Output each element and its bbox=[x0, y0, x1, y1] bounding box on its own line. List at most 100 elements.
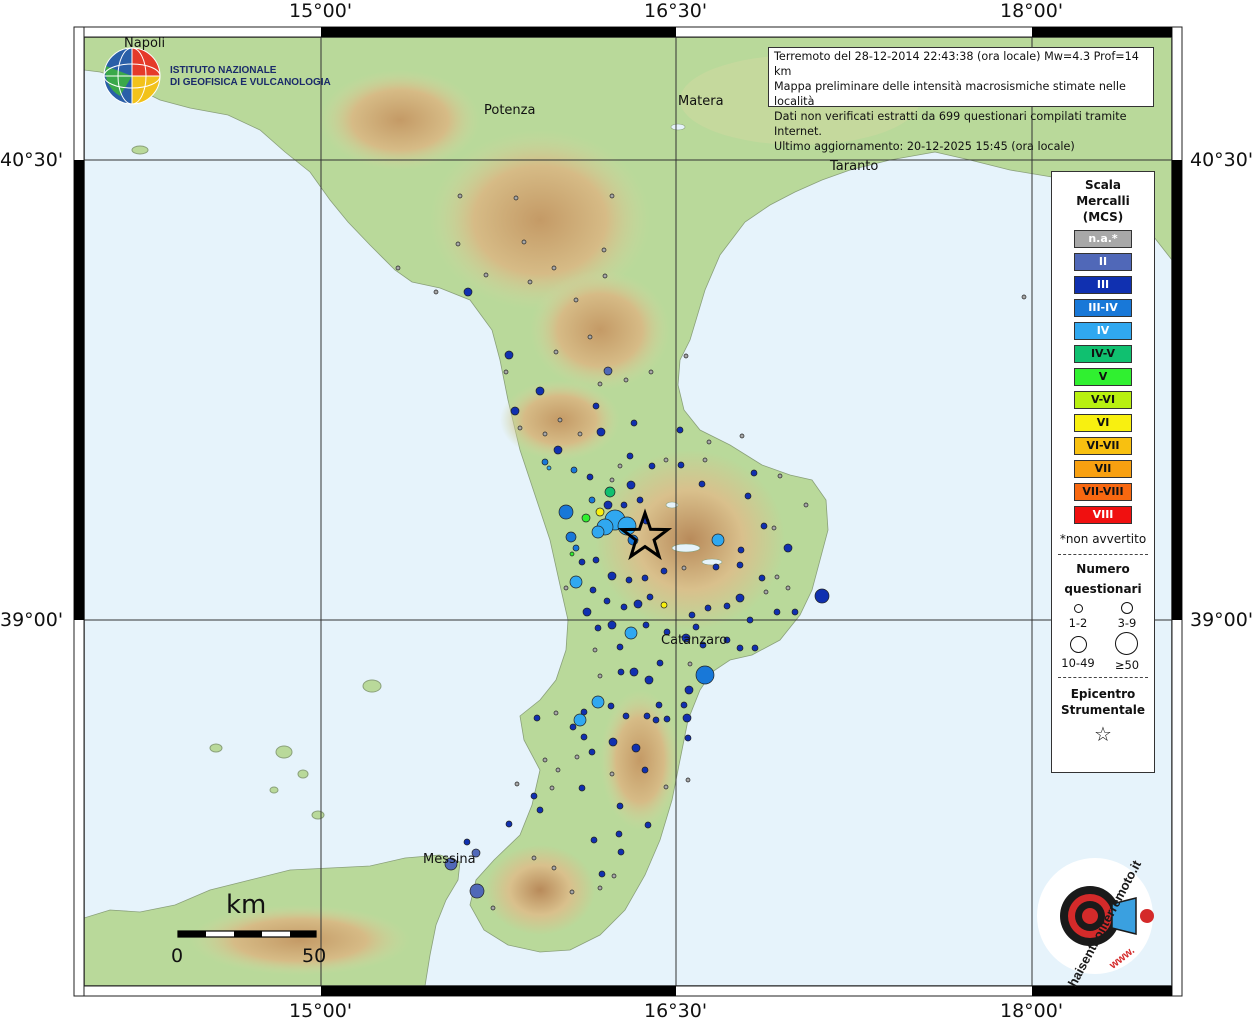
intensity-point bbox=[557, 417, 563, 423]
legend-swatch: VIII bbox=[1074, 506, 1132, 524]
intensity-point bbox=[644, 675, 654, 685]
intensity-point bbox=[814, 588, 830, 604]
intensity-point bbox=[551, 265, 557, 271]
intensity-point bbox=[592, 556, 600, 564]
intensity-point bbox=[569, 889, 575, 895]
intensity-point bbox=[644, 821, 652, 829]
intensity-point bbox=[617, 848, 625, 856]
scale-max: 50 bbox=[302, 945, 327, 967]
intensity-point bbox=[616, 802, 624, 810]
intensity-point bbox=[595, 507, 605, 517]
legend-title: Scala Mercalli (MCS) bbox=[1052, 177, 1154, 225]
intensity-point bbox=[620, 501, 628, 509]
lake-4 bbox=[670, 123, 686, 131]
intensity-point bbox=[702, 457, 708, 463]
event-info-line: Terremoto del 28-12-2014 22:43:38 (ora l… bbox=[774, 50, 1139, 78]
intensity-point bbox=[589, 586, 597, 594]
intensity-point bbox=[549, 785, 555, 791]
intensity-point bbox=[791, 608, 799, 616]
event-info-line: Mappa preliminare delle intensità macros… bbox=[774, 80, 1126, 108]
intensity-point bbox=[587, 334, 593, 340]
intensity-point bbox=[608, 737, 618, 747]
intensity-point bbox=[735, 593, 745, 603]
intensity-point bbox=[609, 477, 615, 483]
relief-serre bbox=[600, 690, 680, 830]
intensity-point bbox=[514, 781, 520, 787]
intensity-point bbox=[555, 767, 561, 773]
intensity-point bbox=[687, 661, 693, 667]
island-4 bbox=[209, 743, 223, 753]
intensity-point bbox=[617, 463, 623, 469]
intensity-point bbox=[683, 353, 689, 359]
event-info-line: Ultimo aggiornamento: 20-12-2025 15:45 (… bbox=[774, 140, 1075, 153]
intensity-point bbox=[630, 419, 638, 427]
intensity-point bbox=[736, 644, 744, 652]
intensity-point bbox=[590, 836, 598, 844]
lake-2 bbox=[701, 558, 723, 566]
intensity-point bbox=[603, 597, 611, 605]
lon-label-top-2: 16°30' bbox=[644, 0, 708, 22]
size-label-10-49: 10-49 bbox=[1061, 656, 1095, 670]
intensity-point bbox=[578, 558, 586, 566]
intensity-point bbox=[736, 561, 744, 569]
size-circle-10-49 bbox=[1070, 636, 1087, 653]
intensity-point bbox=[609, 771, 615, 777]
lon-label-bottom-3: 18°00' bbox=[1000, 1000, 1064, 1022]
intensity-point bbox=[582, 607, 592, 617]
intensity-point bbox=[573, 713, 587, 727]
intensity-point bbox=[625, 576, 633, 584]
scale-unit: km bbox=[226, 890, 267, 920]
intensity-point bbox=[643, 712, 651, 720]
intensity-point bbox=[592, 647, 598, 653]
intensity-point bbox=[517, 425, 523, 431]
intensity-point bbox=[641, 574, 649, 582]
intensity-point bbox=[594, 624, 602, 632]
intensity-point bbox=[626, 452, 634, 460]
intensity-point bbox=[521, 239, 527, 245]
lon-label-top-1: 15°00' bbox=[289, 0, 353, 22]
intensity-point bbox=[629, 667, 639, 677]
intensity-point bbox=[580, 733, 588, 741]
intensity-point bbox=[603, 500, 613, 510]
lat-label-left-1: 40°30' bbox=[0, 149, 64, 171]
lon-label-bottom-1: 15°00' bbox=[289, 1000, 353, 1022]
intensity-point bbox=[746, 616, 754, 624]
legend-swatch: IV bbox=[1074, 322, 1132, 340]
intensity-point bbox=[712, 563, 720, 571]
intensity-point bbox=[750, 469, 758, 477]
intensity-point bbox=[602, 273, 608, 279]
intensity-point bbox=[510, 406, 520, 416]
intensity-point bbox=[569, 551, 575, 557]
city-label-matera: Matera bbox=[678, 94, 724, 109]
legend-panel: Scala Mercalli (MCS) n.a.* II III III-IV IV I… bbox=[1051, 171, 1155, 773]
intensity-point bbox=[607, 620, 617, 630]
size-label-3-9: 3-9 bbox=[1117, 616, 1137, 630]
intensity-point bbox=[680, 701, 688, 709]
legend-star-icon: ☆ bbox=[1094, 722, 1112, 746]
intensity-point bbox=[604, 486, 616, 498]
lat-label-right-1: 40°30' bbox=[1190, 149, 1254, 171]
intensity-point bbox=[577, 431, 583, 437]
intensity-point bbox=[774, 574, 780, 580]
intensity-point bbox=[463, 287, 473, 297]
intensity-point bbox=[581, 513, 591, 523]
city-label-messina: Messina bbox=[423, 852, 476, 867]
intensity-point bbox=[553, 710, 559, 716]
intensity-point bbox=[457, 193, 463, 199]
legend-swatch: VII bbox=[1074, 460, 1132, 478]
lon-label-top-3: 18°00' bbox=[1000, 0, 1064, 22]
intensity-point bbox=[433, 289, 439, 295]
intensity-point bbox=[588, 748, 596, 756]
intensity-point bbox=[503, 369, 509, 375]
intensity-point bbox=[698, 480, 706, 488]
intensity-point bbox=[648, 369, 654, 375]
intensity-point bbox=[542, 431, 548, 437]
intensity-point bbox=[563, 585, 569, 591]
intensity-point bbox=[739, 433, 745, 439]
relief-campania bbox=[320, 70, 480, 170]
legend-swatch: n.a.* bbox=[1074, 230, 1132, 248]
intensity-point bbox=[617, 668, 625, 676]
intensity-point bbox=[695, 665, 715, 685]
intensity-point bbox=[641, 766, 649, 774]
intensity-point bbox=[623, 377, 629, 383]
